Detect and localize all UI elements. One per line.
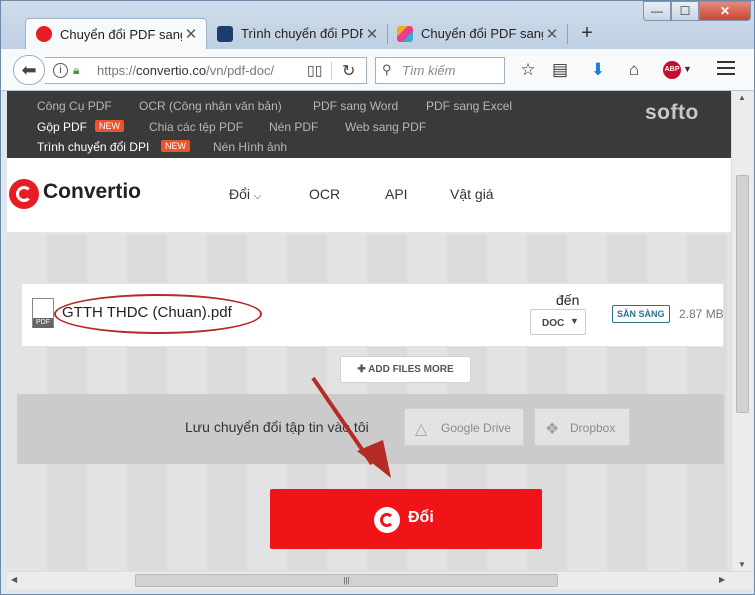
convert-icon: [374, 507, 400, 533]
google-drive-button[interactable]: △ Google Drive: [404, 408, 524, 446]
search-placeholder: Tìm kiếm: [402, 63, 456, 78]
caret-down-icon: ▼: [570, 316, 579, 326]
adblock-icon[interactable]: ABP: [663, 61, 681, 79]
output-format-value: DOC: [542, 318, 565, 329]
annotation-ellipse: [54, 294, 262, 334]
add-files-more-button[interactable]: ✚ ADD FILES MORE: [340, 356, 471, 383]
tab-convertio-pdf[interactable]: Chuyển đổi PDF sang ✕: [25, 18, 207, 49]
tab-strip: Chuyển đổi PDF sang ✕ Trình chuyển đổi P…: [1, 1, 754, 49]
pdf-converter-favicon-icon: [217, 25, 233, 42]
nav-link-pdf-to-excel[interactable]: PDF sang Excel: [426, 99, 512, 113]
new-badge: NEW: [95, 120, 124, 132]
vertical-scroll-thumb[interactable]: [736, 175, 749, 413]
dropbox-button[interactable]: ❖ Dropbox: [534, 408, 630, 446]
nav-link-pdf-to-word[interactable]: PDF sang Word: [313, 99, 398, 113]
nav-link-pdf-tools[interactable]: Công Cụ PDF: [37, 99, 112, 113]
tab-pdf-converter[interactable]: Trình chuyển đổi PDF ✕: [207, 18, 387, 49]
scroll-left-icon[interactable]: ◀: [11, 575, 17, 584]
status-badge: SẴN SÀNG: [612, 305, 670, 323]
back-arrow-icon: ⬅: [21, 60, 37, 80]
bookmark-star-icon[interactable]: ☆: [517, 60, 539, 80]
bookmarks-menu-icon[interactable]: ▤: [549, 60, 571, 80]
horizontal-scrollbar[interactable]: ◀ ||| ▶: [7, 571, 753, 589]
save-to-label: Lưu chuyển đổi tập tin vào tôi: [185, 419, 369, 435]
cloud-save-row: Lưu chuyển đổi tập tin vào tôi △ Google …: [17, 394, 724, 464]
new-badge: NEW: [161, 140, 190, 152]
nav-link-compress-image[interactable]: Nén Hình ảnh: [213, 140, 287, 154]
tab-title: Trình chuyển đổi PDF: [241, 26, 363, 41]
file-row: PDF GTTH THDC (Chuan).pdf đến DOC ▼ SẴN …: [21, 283, 724, 347]
tab-separator: [567, 24, 568, 44]
scroll-down-icon[interactable]: ▼: [738, 560, 746, 569]
file-size: 2.87 MB: [679, 307, 724, 321]
to-label: đến: [556, 292, 580, 308]
search-icon: ⚲: [382, 62, 392, 77]
add-files-more-label: ADD FILES MORE: [368, 364, 454, 375]
menu-convert[interactable]: Đổi ⌵: [229, 186, 262, 202]
home-icon[interactable]: ⌂: [623, 60, 645, 80]
back-button[interactable]: ⬅: [13, 55, 45, 85]
convert-label: Đổi: [408, 509, 434, 526]
horizontal-scroll-thumb[interactable]: |||: [135, 574, 558, 587]
pdf-file-icon-label: PDF: [33, 318, 53, 328]
dropbox-label: Dropbox: [570, 421, 616, 435]
close-tab-icon[interactable]: ✕: [543, 25, 561, 43]
nav-link-compress-pdf[interactable]: Nén PDF: [269, 120, 318, 134]
pdf-file-icon: PDF: [32, 298, 54, 328]
menu-ocr[interactable]: OCR: [309, 186, 340, 202]
plus-icon: ✚: [357, 364, 366, 375]
convertio-logo[interactable]: Convertio: [43, 180, 141, 204]
search-box[interactable]: ⚲ Tìm kiếm: [375, 57, 505, 84]
nav-link-merge-pdf[interactable]: Gộp PDF: [37, 120, 87, 134]
close-tab-icon[interactable]: ✕: [182, 25, 200, 43]
nav-link-web-to-pdf[interactable]: Web sang PDF: [345, 120, 426, 134]
google-drive-icon: △: [415, 421, 428, 438]
scroll-up-icon[interactable]: ▲: [738, 93, 746, 102]
dropbox-icon: ❖: [545, 421, 560, 438]
menu-convert-label: Đổi: [229, 186, 251, 202]
colorful-favicon-icon: [397, 25, 413, 42]
info-icon[interactable]: i: [53, 63, 68, 78]
address-bar[interactable]: i 🔒︎ https://convertio.co/vn/pdf-doc/ ▯▯…: [45, 57, 367, 84]
download-icon[interactable]: ⬇: [587, 60, 609, 80]
reader-view-icon[interactable]: ▯▯: [307, 62, 322, 79]
google-drive-label: Google Drive: [441, 421, 512, 435]
new-tab-button[interactable]: +: [575, 21, 599, 45]
vertical-scrollbar[interactable]: ▲ ▼: [731, 91, 753, 571]
chevron-down-icon[interactable]: ▼: [683, 64, 692, 74]
nav-link-dpi-converter[interactable]: Trình chuyển đổi DPI: [37, 140, 149, 154]
nav-link-ocr[interactable]: OCR (Công nhận văn bản): [139, 99, 282, 113]
scroll-right-icon[interactable]: ▶: [719, 575, 725, 584]
convertio-logo-icon[interactable]: [9, 179, 39, 209]
navigation-toolbar: ⬅ i 🔒︎ https://convertio.co/vn/pdf-doc/ …: [1, 49, 754, 91]
reload-icon[interactable]: ↻: [342, 61, 355, 81]
softo-top-bar: Công Cụ PDF OCR (Công nhận văn bản) PDF …: [7, 91, 731, 158]
softo-logo[interactable]: softo: [645, 101, 699, 125]
close-window-button[interactable]: ✕: [699, 1, 751, 21]
tab-title: Chuyển đổi PDF sang: [421, 26, 543, 41]
tab-title: Chuyển đổi PDF sang: [60, 26, 182, 42]
menu-pricing[interactable]: Vật giá: [450, 186, 494, 202]
convert-button[interactable]: Đổi: [270, 489, 542, 549]
lock-icon: 🔒︎: [73, 63, 80, 77]
output-format-select[interactable]: DOC ▼: [530, 309, 586, 335]
tab-pdf-convert-2[interactable]: Chuyển đổi PDF sang ✕: [387, 18, 567, 49]
hamburger-menu-icon[interactable]: [717, 61, 735, 79]
browser-window: Chuyển đổi PDF sang ✕ Trình chuyển đổi P…: [0, 0, 755, 595]
close-tab-icon[interactable]: ✕: [363, 25, 381, 43]
nav-link-split-pdf[interactable]: Chia các tệp PDF: [149, 120, 243, 134]
separator: [331, 62, 332, 80]
chevron-down-icon: ⌵: [253, 191, 262, 202]
menu-api[interactable]: API: [385, 186, 408, 202]
minimize-button[interactable]: —: [643, 1, 671, 21]
site-header: Convertio Đổi ⌵ OCR API Vật giá: [7, 158, 731, 233]
page-viewport: Công Cụ PDF OCR (Công nhận văn bản) PDF …: [7, 91, 731, 571]
url-text: https://convertio.co/vn/pdf-doc/: [97, 63, 275, 78]
maximize-button[interactable]: ☐: [671, 1, 699, 21]
convertio-favicon-icon: [36, 26, 52, 42]
